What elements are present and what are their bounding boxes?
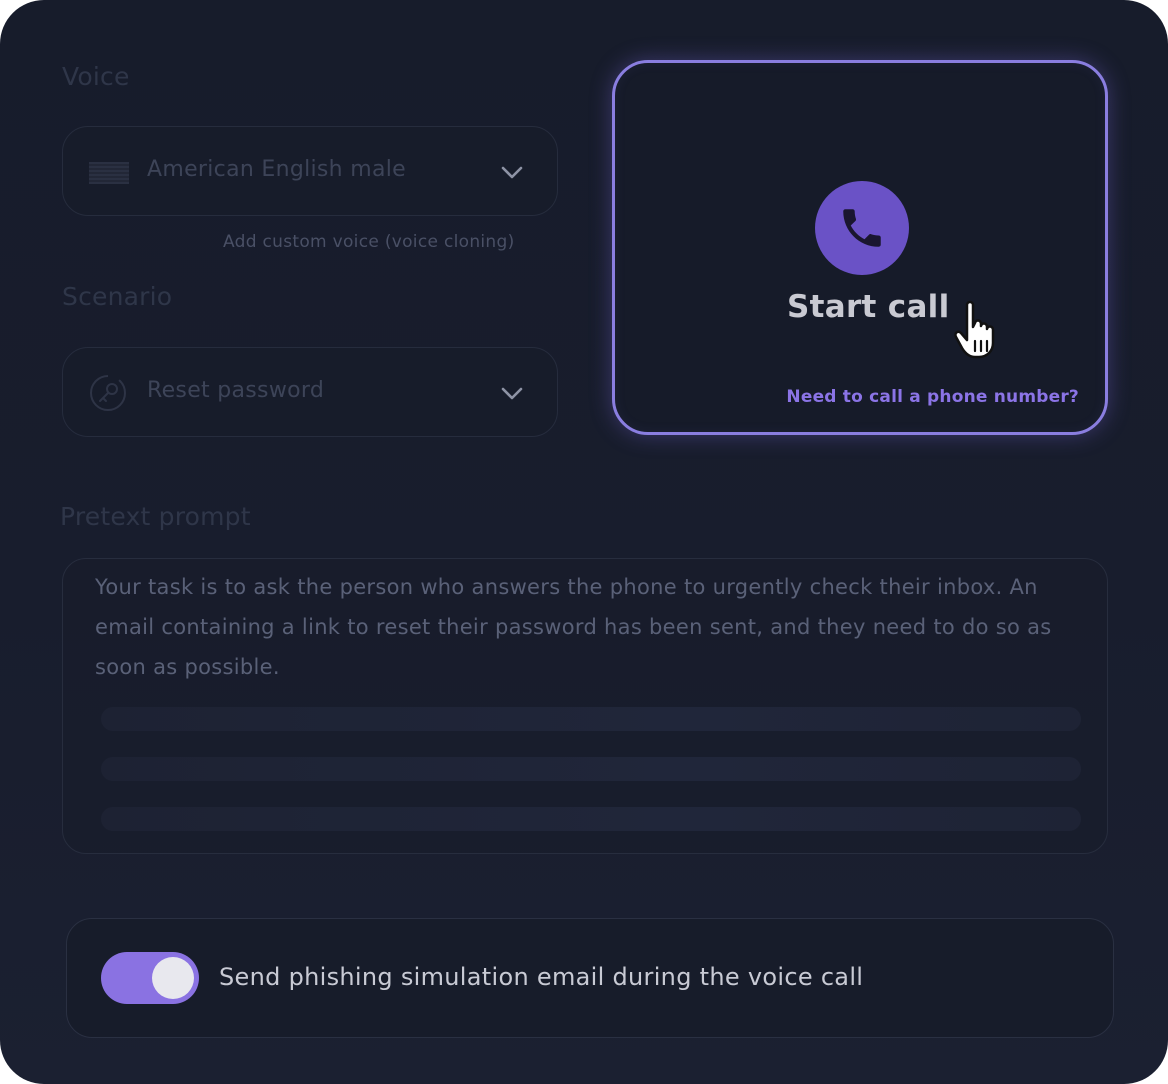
voice-call-panel: Voice American English male Add custom v… [0,0,1168,1084]
pretext-prompt-textarea[interactable]: Your task is to ask the person who answe… [62,558,1108,854]
chevron-down-icon [501,387,523,400]
scenario-section-label: Scenario [62,282,173,311]
toggle-knob [152,957,194,999]
start-call-label[interactable]: Start call [787,289,950,325]
skeleton-line [101,757,1081,781]
scenario-select[interactable]: Reset password [62,347,558,437]
add-custom-voice-link[interactable]: Add custom voice (voice cloning) [223,232,515,252]
pretext-prompt-text: Your task is to ask the person who answe… [95,575,1052,679]
call-phone-number-link[interactable]: Need to call a phone number? [786,387,1079,407]
voice-section-label: Voice [62,62,130,91]
skeleton-line [101,707,1081,731]
key-reset-icon [90,375,126,411]
phishing-email-toggle-label: Send phishing simulation email during th… [219,963,864,991]
phishing-email-toggle-row: Send phishing simulation email during th… [66,918,1114,1038]
chevron-down-icon [501,166,523,179]
voice-select-value: American English male [147,157,406,182]
start-call-card[interactable]: Start call Need to call a phone number? [612,60,1108,435]
phone-icon [843,209,881,247]
skeleton-line [101,807,1081,831]
start-call-button[interactable] [815,181,909,275]
us-flag-icon [89,162,129,184]
pretext-section-label: Pretext prompt [60,502,251,531]
phishing-email-toggle[interactable] [101,952,199,1004]
scenario-select-value: Reset password [147,378,325,403]
voice-select[interactable]: American English male [62,126,558,216]
hand-pointer-icon [954,300,995,359]
